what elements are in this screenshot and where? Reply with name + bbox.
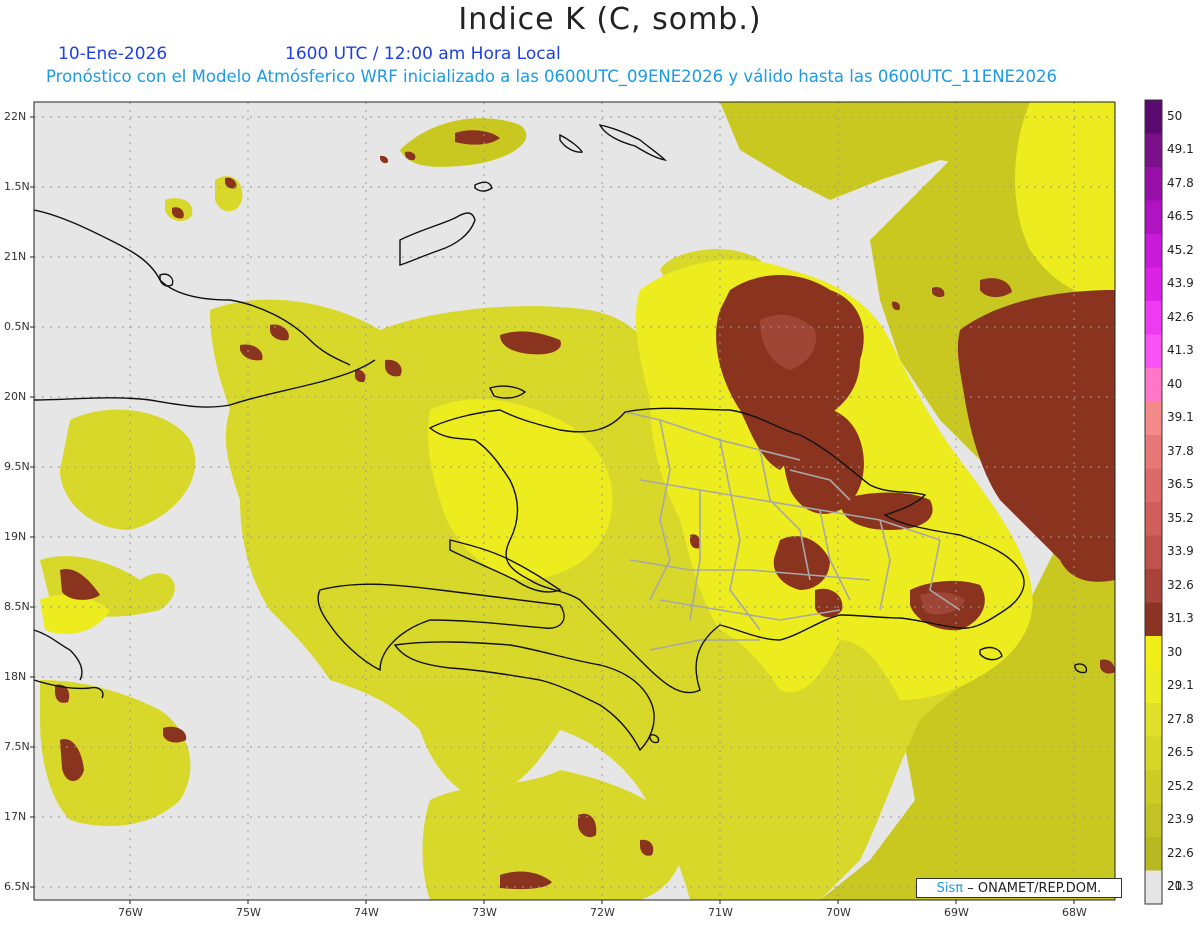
colorbar-swatch [1145, 569, 1162, 603]
colorbar-label: 31.3 [1167, 611, 1194, 626]
credit-text: – ONAMET/REP.DOM. [967, 881, 1102, 896]
colorbar-swatch [1145, 401, 1162, 436]
colorbar-swatch [1145, 167, 1162, 201]
colorbar-label: 35.2 [1167, 510, 1194, 525]
colorbar-label: 22.6 [1167, 845, 1194, 860]
lat-label-17-5n: 7.5N [4, 740, 30, 753]
colorbar-label: 50 [1167, 108, 1183, 123]
colorbar-swatch [1145, 200, 1162, 235]
colorbar-swatch [1145, 703, 1162, 737]
colorbar-swatch [1145, 602, 1162, 637]
lon-label-70w: 70W [826, 906, 851, 919]
colorbar-label: 30 [1167, 644, 1183, 659]
colorbar-label: 20 [1167, 879, 1183, 894]
lon-label-68w: 68W [1062, 906, 1087, 919]
lon-label-74w: 74W [354, 906, 379, 919]
lon-label-75w: 75W [236, 906, 261, 919]
colorbar-swatch [1145, 535, 1162, 570]
colorbar-label: 41.3 [1167, 343, 1194, 358]
colorbar-swatch [1145, 837, 1162, 871]
colorbar-label: 36.5 [1167, 477, 1194, 492]
colorbar-swatch [1145, 803, 1162, 838]
lat-label-17n: 17N [4, 810, 27, 823]
colorbar-label: 43.9 [1167, 276, 1194, 291]
lon-label-71w: 71W [708, 906, 733, 919]
colorbar-label: 46.5 [1167, 209, 1194, 224]
lat-label-18-5n: 8.5N [4, 600, 30, 613]
colorbar-label: 45.2 [1167, 242, 1194, 257]
colorbar-swatch [1145, 267, 1162, 302]
colorbar-swatch [1145, 468, 1162, 503]
colorbar-swatch [1145, 133, 1162, 168]
colorbar-swatch [1145, 435, 1162, 469]
lat-label-19-5n: 9.5N [4, 460, 30, 473]
colorbar-label: 26.5 [1167, 745, 1194, 760]
lon-label-76w: 76W [118, 906, 143, 919]
lat-label-22n: 22N [4, 110, 27, 123]
lat-label-21-5n: 1.5N [4, 180, 30, 193]
credit-logo-text: Sisπ [936, 881, 964, 896]
lat-label-20n: 20N [4, 390, 27, 403]
lat-label-21n: 21N [4, 250, 27, 263]
colorbar-swatch [1145, 502, 1162, 536]
credit-box: Sisπ – ONAMET/REP.DOM. [916, 878, 1122, 898]
colorbar-swatch [1145, 636, 1162, 670]
colorbar-swatch [1145, 736, 1162, 771]
colorbar-swatch [1145, 669, 1162, 704]
colorbar-swatch [1145, 301, 1162, 335]
lat-label-16-5n: 6.5N [4, 880, 30, 893]
k-index-map [30, 99, 1163, 905]
colorbar-label: 32.6 [1167, 577, 1194, 592]
colorbar-label: 23.9 [1167, 812, 1194, 827]
colorbar-label: 47.8 [1167, 175, 1194, 190]
colorbar-label: 42.6 [1167, 309, 1194, 324]
colorbar [1144, 99, 1163, 905]
colorbar-label: 27.8 [1167, 711, 1194, 726]
lon-label-72w: 72W [590, 906, 615, 919]
colorbar-label: 49.1 [1167, 142, 1194, 157]
colorbar-swatch [1145, 334, 1162, 369]
colorbar-swatch [1145, 100, 1162, 134]
colorbar-label: 40 [1167, 376, 1183, 391]
lon-label-69w: 69W [944, 906, 969, 919]
lat-label-19n: 19N [4, 530, 27, 543]
colorbar-label: 33.9 [1167, 544, 1194, 559]
colorbar-swatch [1145, 368, 1162, 402]
colorbar-label: 37.8 [1167, 443, 1194, 458]
colorbar-swatch [1145, 770, 1162, 804]
colorbar-label: 29.1 [1167, 678, 1194, 693]
colorbar-swatch [1145, 870, 1162, 905]
colorbar-label: 39.1 [1167, 410, 1194, 425]
lat-label-18n: 18N [4, 670, 27, 683]
colorbar-swatch [1145, 234, 1162, 268]
lat-label-20-5n: 0.5N [4, 320, 30, 333]
lon-label-73w: 73W [472, 906, 497, 919]
colorbar-label: 25.2 [1167, 778, 1194, 793]
